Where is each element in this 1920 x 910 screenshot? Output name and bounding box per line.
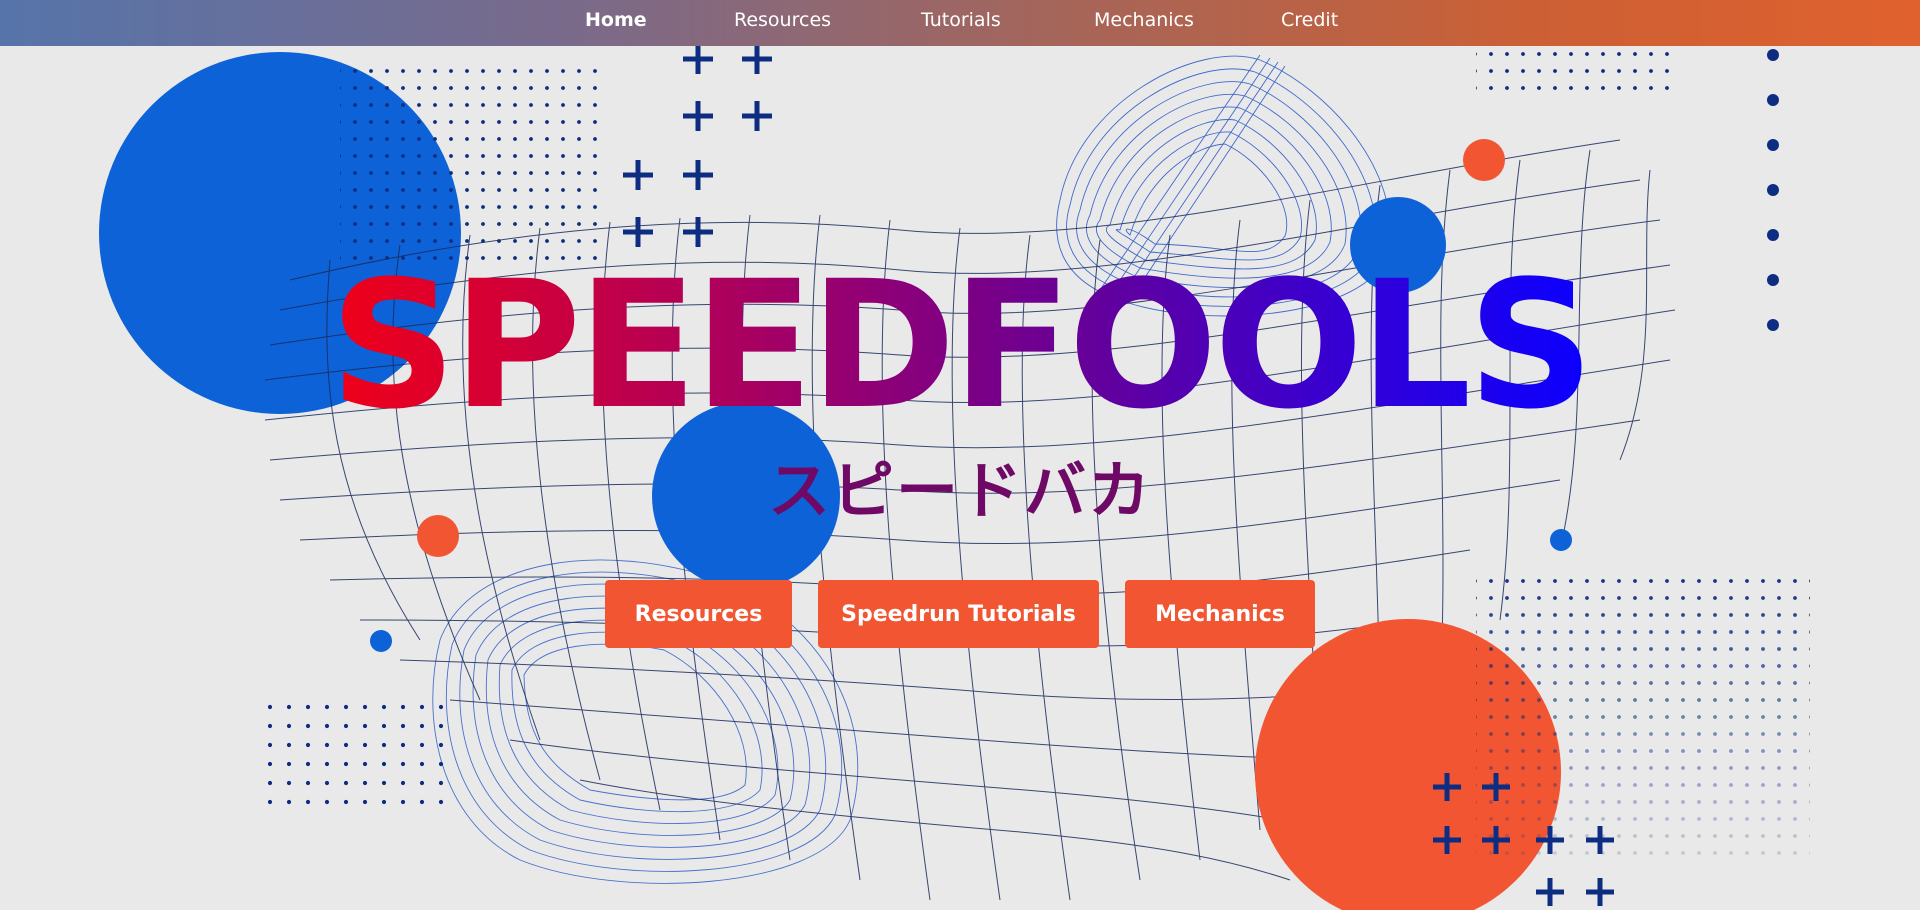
top-navbar: Home Resources Tutorials Mechanics Credi… bbox=[0, 0, 1920, 46]
speedrun-tutorials-button[interactable]: Speedrun Tutorials bbox=[818, 580, 1099, 648]
blue-dot-left bbox=[370, 630, 392, 652]
nav-resources[interactable]: Resources bbox=[734, 9, 831, 31]
hero-title: SPEEDFOOLS bbox=[0, 258, 1920, 434]
dot-grid-bottomleft bbox=[254, 702, 454, 812]
blue-dot-right bbox=[1550, 529, 1572, 551]
hero-title-text: SPEEDFOOLS bbox=[329, 243, 1595, 448]
nav-mechanics[interactable]: Mechanics bbox=[1094, 9, 1194, 31]
hero-subtitle: スピードバカ bbox=[767, 454, 1152, 527]
nav-home[interactable]: Home bbox=[585, 9, 647, 31]
mechanics-button[interactable]: Mechanics bbox=[1125, 580, 1315, 648]
nav-credit[interactable]: Credit bbox=[1281, 9, 1338, 31]
dot-grid-topleft bbox=[340, 56, 600, 266]
dot-grid-topright bbox=[1476, 52, 1676, 102]
nav-tutorials[interactable]: Tutorials bbox=[921, 9, 1001, 31]
orange-dot-topright bbox=[1463, 139, 1505, 181]
dot-grid-bottomright bbox=[1476, 568, 1816, 858]
resources-button[interactable]: Resources bbox=[605, 580, 792, 648]
